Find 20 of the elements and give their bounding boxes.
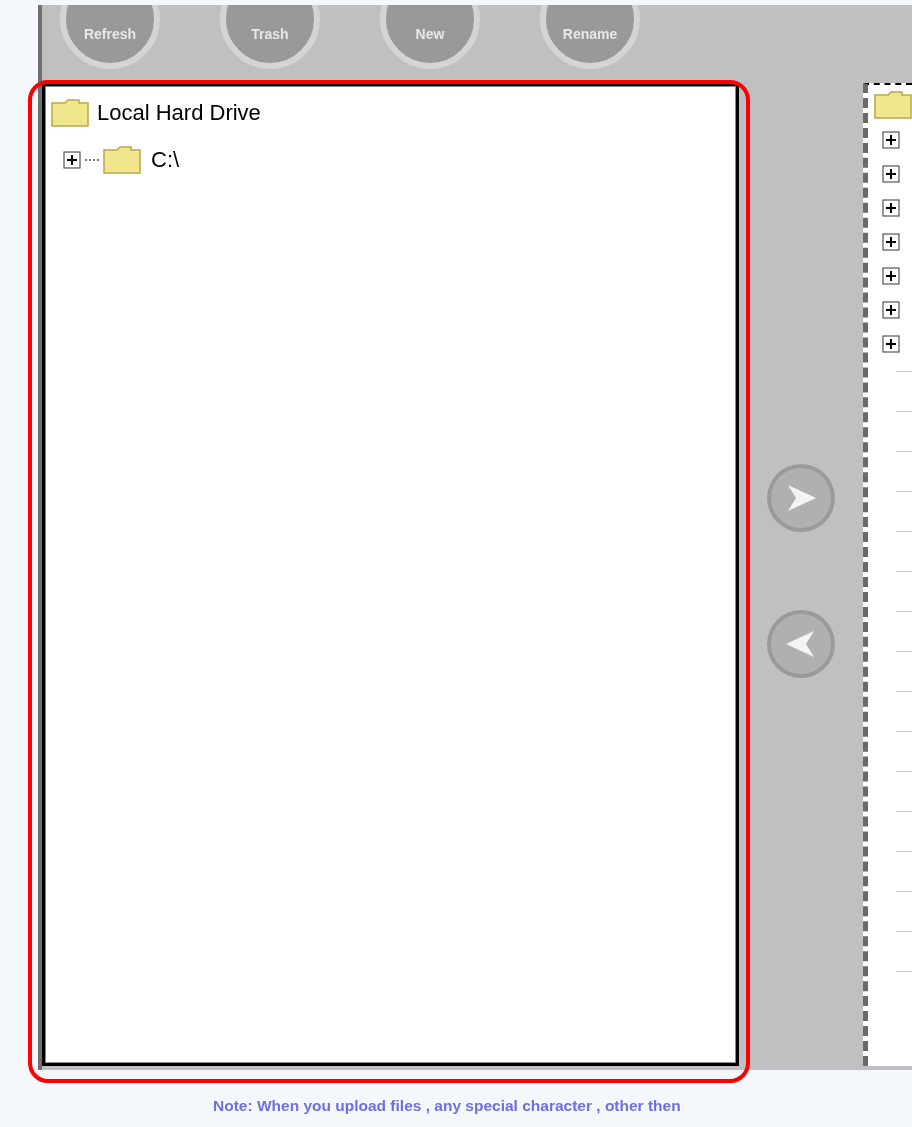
tree-item[interactable]: Local Hard Drive [97,96,261,129]
expand-icon[interactable] [882,131,900,149]
expand-icon[interactable] [882,165,900,183]
expand-icon[interactable] [882,233,900,251]
left-arrow-button[interactable] [766,609,836,679]
note-text: Note: When you upload files , any special character , other then [213,1096,681,1116]
folder-icon [51,98,89,127]
folder-icon [103,145,141,174]
toolbar-button[interactable]: Refresh [60,5,160,69]
toolbar-button[interactable]: Trash [220,5,320,69]
expand-icon[interactable] [882,335,900,353]
expand-icon[interactable] [63,150,81,169]
expand-icon[interactable] [882,199,900,217]
toolbar-button[interactable]: Rename [540,5,640,69]
tree-item[interactable]: C:\ [151,143,180,176]
toolbar-button[interactable]: New [380,5,480,69]
expand-icon[interactable] [882,267,900,285]
folder-icon [874,91,912,119]
expand-icon[interactable] [882,301,900,319]
right-arrow-button[interactable] [766,463,836,533]
